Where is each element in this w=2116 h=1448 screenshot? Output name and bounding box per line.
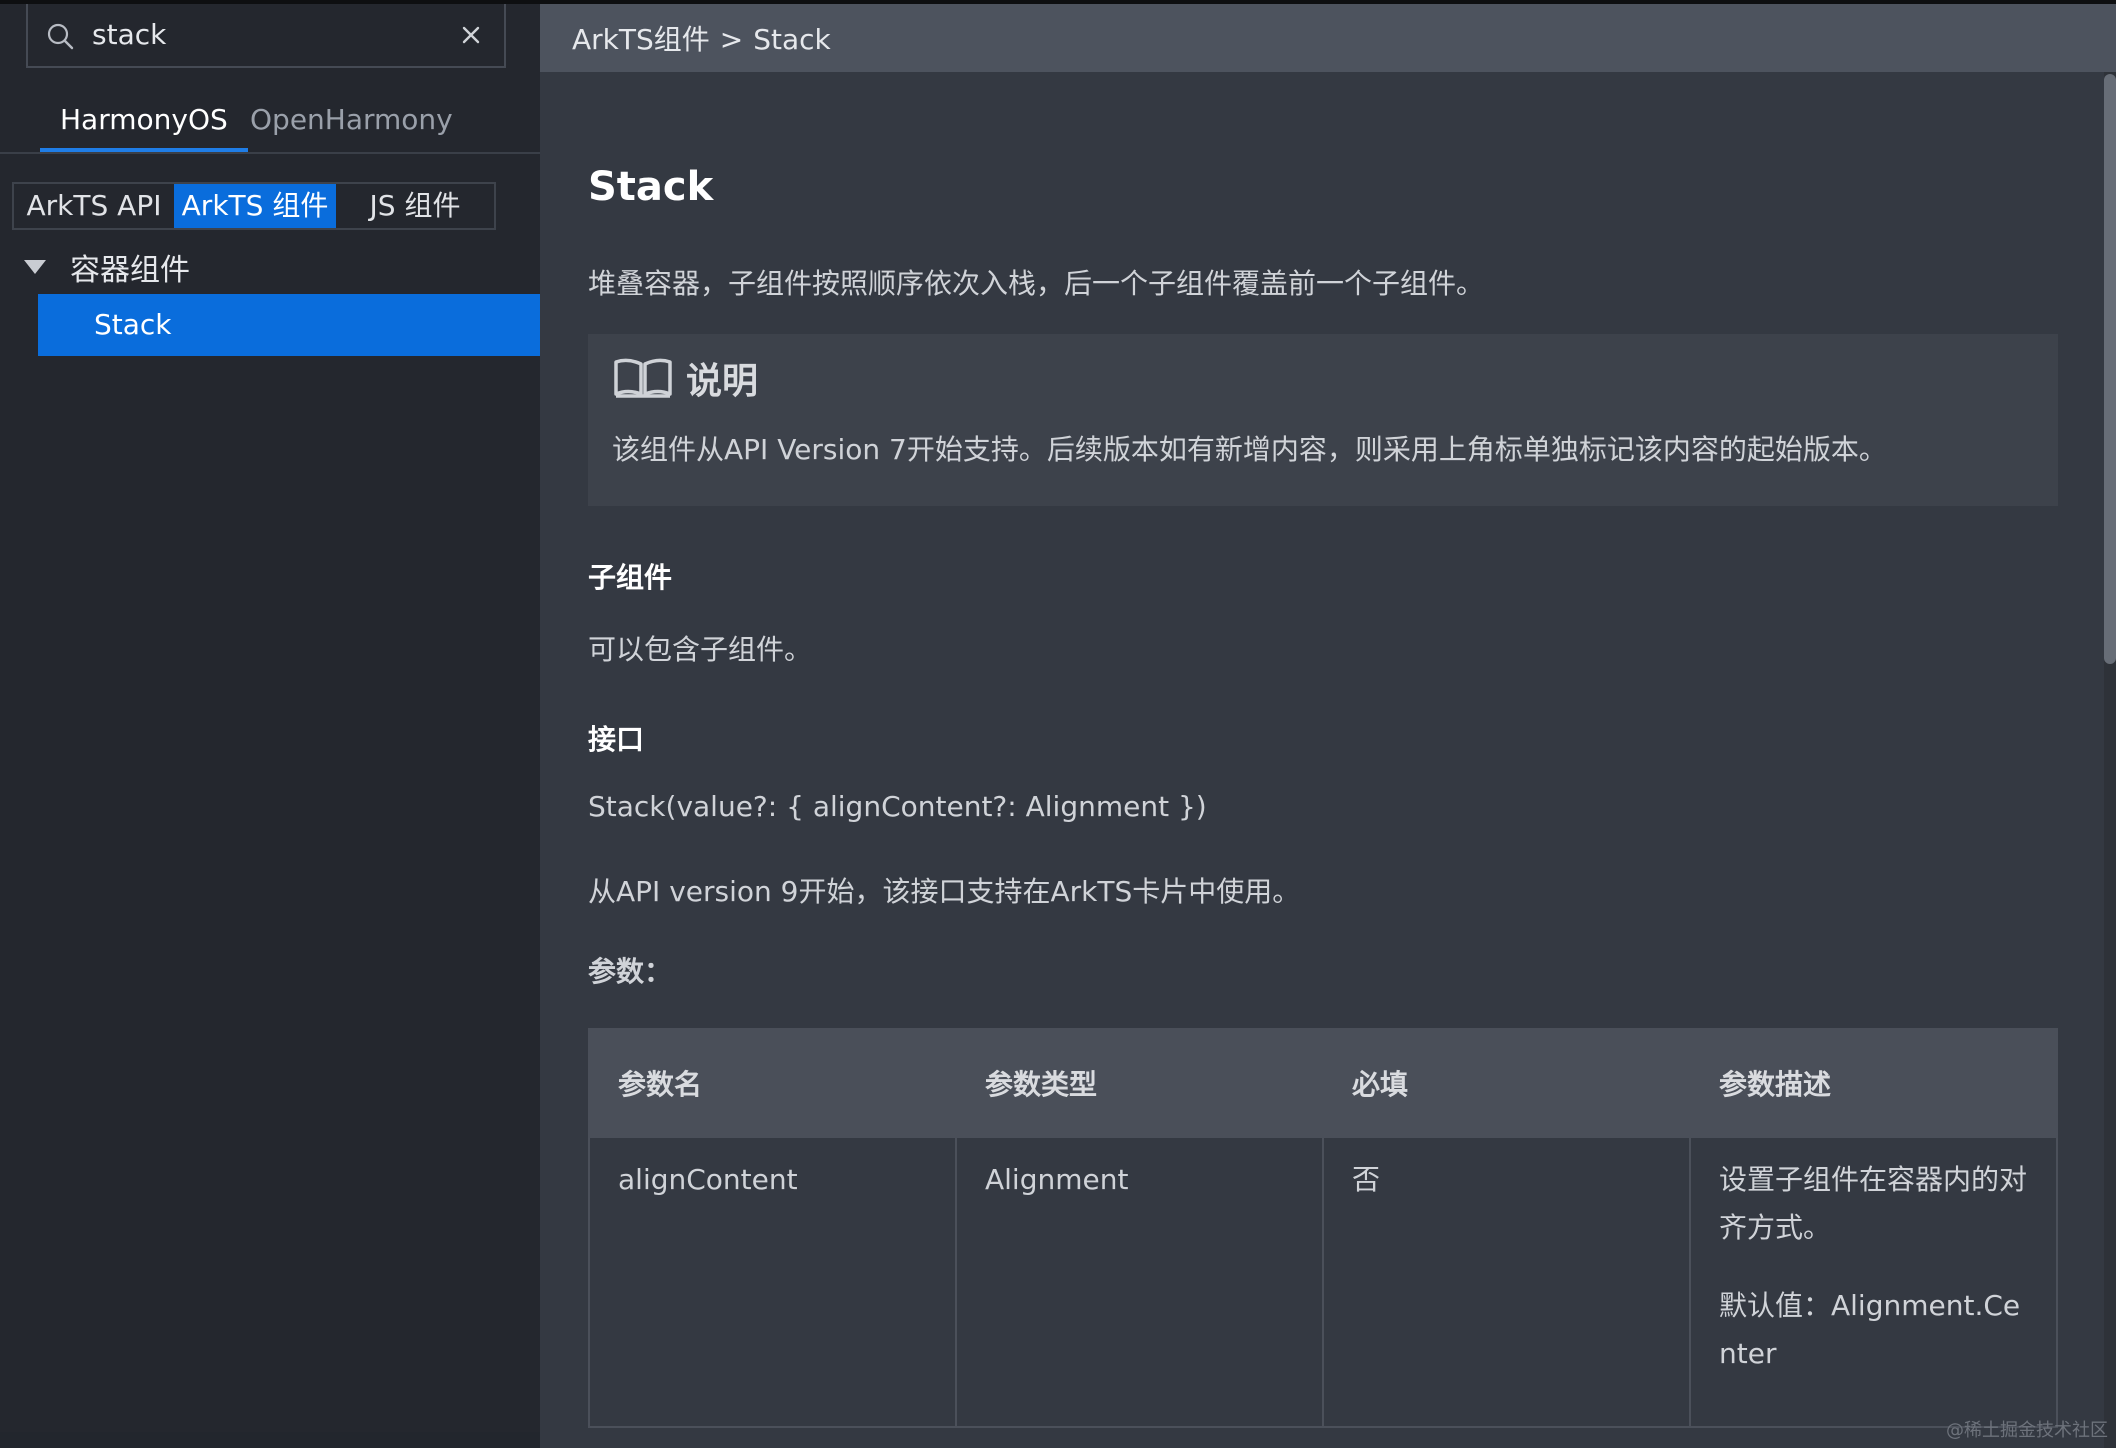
os-tabs: HarmonyOS OpenHarmony bbox=[0, 90, 540, 154]
tab-arkts-api[interactable]: ArkTS API bbox=[14, 184, 174, 228]
tree-group-container-components[interactable]: 容器组件 bbox=[20, 244, 190, 290]
tab-js-components[interactable]: JS 组件 bbox=[336, 184, 494, 228]
note-title: 说明 bbox=[686, 361, 759, 402]
cell-param-name: alignContent bbox=[588, 1136, 957, 1428]
book-icon bbox=[614, 358, 672, 398]
breadcrumb-separator: > bbox=[719, 23, 744, 56]
caret-down-icon bbox=[24, 260, 46, 274]
breadcrumb-parent[interactable]: ArkTS组件 bbox=[572, 23, 710, 56]
note-header: 说明 bbox=[612, 352, 758, 404]
table-header-row: 参数名 参数类型 必填 参数描述 bbox=[588, 1028, 2058, 1138]
breadcrumb-bar: ArkTS组件 > Stack bbox=[540, 4, 2116, 72]
breadcrumb: ArkTS组件 > Stack bbox=[572, 18, 831, 58]
tab-arkts-components[interactable]: ArkTS 组件 bbox=[174, 184, 336, 228]
interface-note: 从API version 9开始，该接口支持在ArkTS卡片中使用。 bbox=[588, 875, 1301, 908]
cell-required: 否 bbox=[1322, 1136, 1691, 1428]
table-row: alignContent Alignment 否 设置子组件在容器内的对齐方式。… bbox=[588, 1136, 2058, 1428]
note-box: 说明 该组件从API Version 7开始支持。后续版本如有新增内容，则采用上… bbox=[588, 334, 2058, 506]
interface-heading: 接口 bbox=[588, 723, 645, 756]
header-param-type: 参数类型 bbox=[955, 1028, 1324, 1138]
scrollbar-thumb[interactable] bbox=[2104, 74, 2116, 664]
params-heading: 参数： bbox=[588, 955, 673, 988]
breadcrumb-current: Stack bbox=[753, 23, 831, 56]
tab-openharmony[interactable]: OpenHarmony bbox=[230, 98, 473, 152]
children-text: 可以包含子组件。 bbox=[588, 633, 813, 666]
params-table: 参数名 参数类型 必填 参数描述 alignContent Alignment … bbox=[588, 1028, 2058, 1428]
search-box bbox=[26, 4, 506, 68]
tab-harmonyos[interactable]: HarmonyOS bbox=[40, 98, 248, 152]
search-input[interactable] bbox=[92, 12, 432, 56]
param-default-text: 默认值：Alignment.Center bbox=[1719, 1289, 2021, 1370]
scrollbar-track[interactable] bbox=[2104, 72, 2116, 1448]
cell-param-type: Alignment bbox=[955, 1136, 1324, 1428]
page-title: Stack bbox=[588, 164, 714, 210]
header-param-desc: 参数描述 bbox=[1689, 1028, 2058, 1138]
sidebar: HarmonyOS OpenHarmony ArkTS API ArkTS 组件… bbox=[0, 4, 540, 1432]
header-required: 必填 bbox=[1322, 1028, 1691, 1138]
tree-group-label: 容器组件 bbox=[70, 253, 190, 288]
close-icon[interactable] bbox=[456, 20, 486, 50]
main-content: ArkTS组件 > Stack Stack 堆叠容器，子组件按照顺序依次入栈，后一个… bbox=[540, 4, 2116, 1448]
interface-signature: Stack(value?: { alignContent?: Alignment… bbox=[588, 790, 1207, 823]
cell-param-desc: 设置子组件在容器内的对齐方式。 默认值：Alignment.Center bbox=[1689, 1136, 2058, 1428]
header-param-name: 参数名 bbox=[588, 1028, 957, 1138]
category-tabs: ArkTS API ArkTS 组件 JS 组件 bbox=[12, 182, 496, 230]
component-description: 堆叠容器，子组件按照顺序依次入栈，后一个子组件覆盖前一个子组件。 bbox=[588, 267, 1485, 300]
tree-item-stack[interactable]: Stack bbox=[38, 294, 540, 356]
children-heading: 子组件 bbox=[588, 561, 673, 594]
search-icon bbox=[47, 23, 74, 50]
note-text: 该组件从API Version 7开始支持。后续版本如有新增内容，则采用上角标单… bbox=[612, 433, 1887, 466]
watermark: @稀土掘金技术社区 bbox=[1946, 1420, 2108, 1441]
param-desc-text: 设置子组件在容器内的对齐方式。 bbox=[1719, 1163, 2028, 1244]
